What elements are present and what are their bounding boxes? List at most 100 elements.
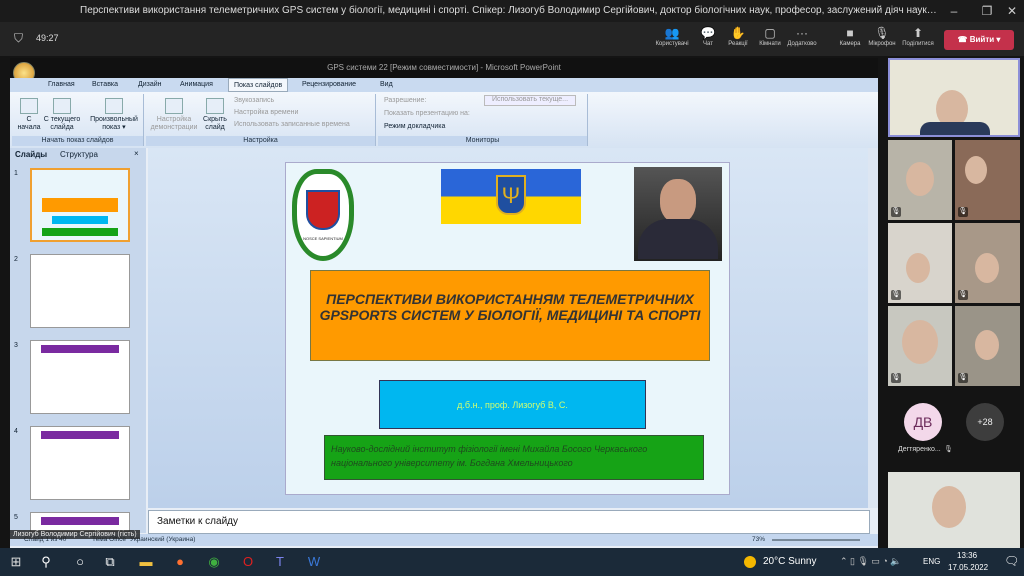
share-label: Поділитися: [902, 41, 934, 47]
camera-label: Камера: [839, 41, 861, 47]
tab-slideshow[interactable]: Показ слайдов: [228, 78, 289, 92]
leave-button[interactable]: ☎ Вийти ▾: [944, 30, 1014, 50]
mic-off-icon: 🎙: [944, 446, 953, 453]
slide-thumbnail[interactable]: [30, 512, 130, 532]
task-view-icon[interactable]: ⧉: [100, 554, 120, 570]
record-button[interactable]: Звукозапись: [234, 97, 274, 105]
ppt-title-bar: GPS системи 22 [Режим совместимости] - M…: [10, 58, 878, 78]
zoom-slider[interactable]: [772, 539, 860, 541]
notifications-icon[interactable]: 🗨: [1004, 554, 1019, 568]
tab-outline[interactable]: Структура: [60, 150, 98, 159]
more-button[interactable]: ··· Додатково: [782, 26, 822, 47]
slide-institute-box: Науково-дослідний інститут фізіології ім…: [324, 435, 704, 480]
weather-text[interactable]: 20°C Sunny: [763, 556, 816, 567]
tab-view[interactable]: Вид: [380, 81, 393, 88]
hide-slide-button[interactable]: Скрыть слайд: [200, 98, 230, 132]
label: Настройка демонстрации: [150, 116, 198, 131]
slide-thumbnail[interactable]: [30, 340, 130, 414]
file-explorer-icon[interactable]: ▬: [136, 554, 156, 569]
participant-video-active[interactable]: [888, 58, 1020, 137]
minimize-button[interactable]: –: [942, 0, 966, 22]
slide-number: 4: [14, 428, 18, 435]
people-label: Користувачі: [655, 41, 689, 47]
language: Украинский (Украина): [130, 536, 196, 543]
close-panel-icon[interactable]: ×: [134, 149, 139, 158]
participant-video[interactable]: 🎙: [888, 223, 952, 303]
windows-taskbar: ⊞ ⚲ ○ ⧉ ▬ ● ◉ O T W 20°C Sunny ⌃ ▯ 🎙 ▭ ◔…: [0, 548, 1024, 576]
start-show-group: С начала С текущего слайда Произвольный …: [12, 94, 144, 146]
search-icon[interactable]: ⚲: [36, 554, 56, 570]
cortana-icon[interactable]: ○: [70, 554, 90, 569]
mic-off-icon: 🎙: [874, 26, 890, 40]
ribbon: С начала С текущего слайда Произвольный …: [10, 92, 878, 148]
participant-name: Дегтяренко...: [898, 446, 941, 453]
label: Скрыть слайд: [203, 116, 227, 131]
participant-video[interactable]: 🎙: [888, 306, 952, 386]
label: С начала: [17, 116, 41, 131]
speaker-photo: [634, 167, 722, 261]
tab-slides[interactable]: Слайды: [15, 150, 47, 159]
monitors-group: Разрешение: Использовать текуще... Показ…: [378, 94, 588, 146]
presenter-view-checkbox[interactable]: Режим докладчика: [384, 123, 445, 131]
timing-button[interactable]: Настройка времени: [234, 109, 298, 117]
group-label: Мониторы: [378, 136, 587, 146]
close-button[interactable]: ✕: [1000, 0, 1024, 22]
participant-video[interactable]: 🎙: [955, 306, 1020, 386]
tab-insert[interactable]: Вставка: [92, 81, 118, 88]
custom-show-icon: [105, 98, 123, 114]
shield-icon: ⛉: [14, 31, 24, 45]
teams-icon[interactable]: T: [270, 554, 290, 569]
tab-review[interactable]: Рецензирование: [302, 81, 356, 88]
presenter-name-tag: Лизогуб Володимир Сергійович (гість): [10, 530, 140, 539]
leave-label: Вийти: [969, 35, 995, 44]
input-language[interactable]: ENG: [923, 557, 940, 566]
participant-video[interactable]: 🎙: [955, 140, 1020, 220]
share-icon: ⬆: [912, 26, 924, 40]
tab-animation[interactable]: Анимация: [180, 81, 213, 88]
word-icon[interactable]: W: [304, 554, 324, 569]
custom-show-button[interactable]: Произвольный показ ▾: [86, 98, 142, 132]
clock-time[interactable]: 13:36: [957, 551, 977, 560]
mic-off-icon: 🎙: [891, 290, 901, 300]
from-current-button[interactable]: С текущего слайда: [42, 98, 82, 132]
phone-icon: ☎: [957, 35, 970, 44]
tab-design[interactable]: Дизайн: [138, 81, 162, 88]
slide-thumbnail[interactable]: [30, 426, 130, 500]
opera-icon[interactable]: O: [238, 554, 258, 569]
maximize-button[interactable]: ❐: [975, 0, 999, 22]
participant-video[interactable]: 🎙: [955, 223, 1020, 303]
university-emblem: NOSCE SAPIENTIUM: [292, 169, 354, 261]
chat-label: Чат: [703, 41, 713, 47]
start-icon[interactable]: ⊞: [6, 554, 26, 570]
notes-field[interactable]: Заметки к слайду: [148, 510, 870, 534]
slide: NOSCE SAPIENTIUM Ψ ПЕРСПЕКТИВИ ВИКОРИСТА…: [285, 162, 730, 495]
trident-icon: Ψ: [496, 175, 526, 215]
participant-video[interactable]: [888, 472, 1020, 548]
resolution-select[interactable]: Использовать текуще...: [484, 95, 576, 106]
people-button[interactable]: 👥 Користувачі: [652, 26, 692, 47]
mic-button[interactable]: 🎙 Мікрофон: [862, 26, 902, 47]
slide-number: 2: [14, 256, 18, 263]
emblem-motto: NOSCE SAPIENTIUM: [303, 236, 343, 241]
mic-off-icon: 🎙: [891, 373, 901, 383]
slide-title-box: ПЕРСПЕКТИВИ ВИКОРИСТАННЯМ ТЕЛЕМЕТРИЧНИХ …: [310, 270, 710, 361]
tab-home[interactable]: Главная: [48, 81, 75, 88]
tray-icons[interactable]: ⌃ ▯ 🎙 ▭ ◔ 🔈: [840, 556, 902, 567]
avatar[interactable]: ДВ: [904, 403, 942, 441]
slide-thumbnail[interactable]: [30, 254, 130, 328]
ribbon-tabs: Главная Вставка Дизайн Анимация Показ сл…: [10, 78, 878, 92]
vertical-scrollbar[interactable]: [868, 148, 878, 508]
use-timings-checkbox[interactable]: Использовать записанные времена: [234, 121, 350, 129]
reactions-label: Реакції: [728, 41, 748, 47]
clock-date[interactable]: 17.05.2022: [948, 563, 988, 572]
setup-show-button[interactable]: Настройка демонстрации: [148, 98, 200, 132]
mic-label: Мікрофон: [868, 41, 896, 47]
firefox-icon[interactable]: ●: [170, 554, 190, 569]
from-start-button[interactable]: С начала: [14, 98, 44, 132]
slide-thumbnail[interactable]: [30, 168, 130, 242]
chrome-icon[interactable]: ◉: [204, 554, 224, 570]
share-button[interactable]: ⬆ Поділитися: [898, 26, 938, 47]
status-bar: Слайд 1 из 40 Тема Office Украинский (Ук…: [10, 534, 878, 546]
more-participants-button[interactable]: +28: [966, 403, 1004, 441]
participant-video[interactable]: 🎙: [888, 140, 952, 220]
